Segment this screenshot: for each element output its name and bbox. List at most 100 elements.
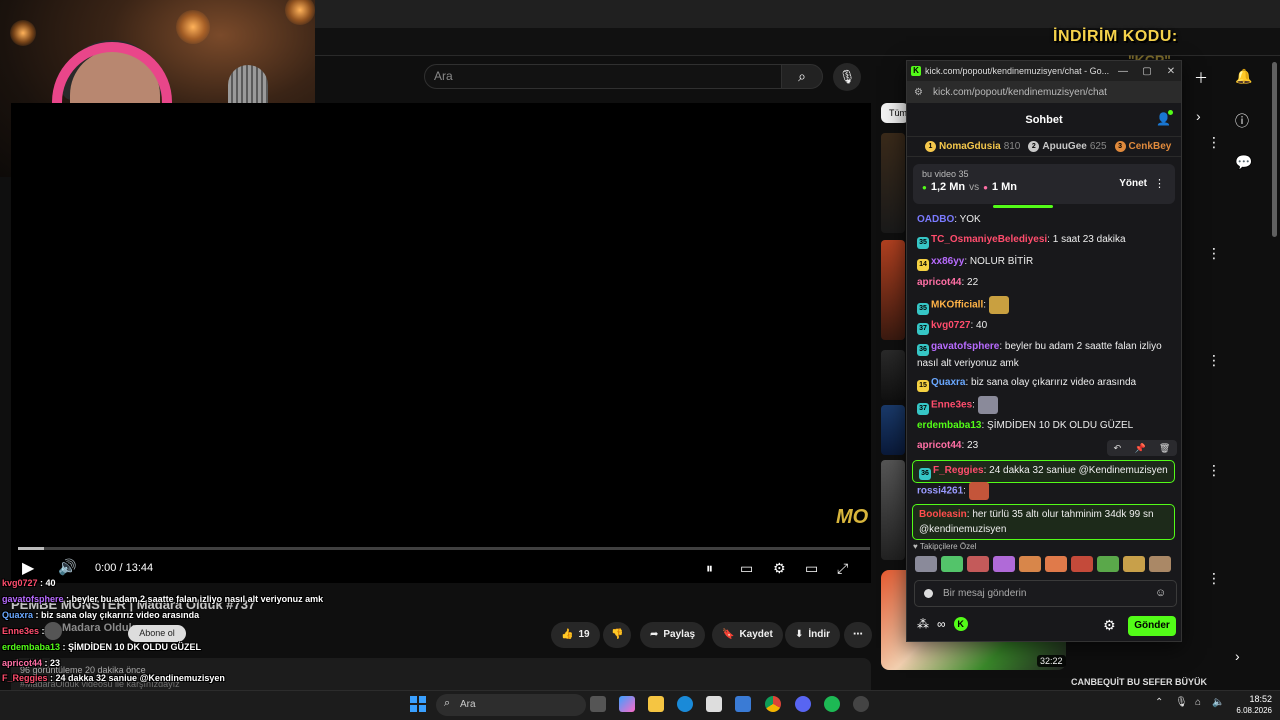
more-vertical-icon[interactable]: ⋮: [1207, 570, 1221, 587]
leaderboard-entry[interactable]: 2 ApuuGee 625: [1028, 141, 1107, 152]
chat-message[interactable]: 37 kvg0727: 40: [917, 318, 1173, 335]
create-icon[interactable]: ＋: [1194, 68, 1208, 88]
site-settings-icon[interactable]: ⚙: [914, 87, 923, 98]
chevron-right-icon[interactable]: ›: [1196, 108, 1201, 124]
chat-message[interactable]: rossi4261:: [917, 482, 1173, 500]
chat-bubble-icon[interactable]: 💬: [1235, 154, 1252, 171]
emote-icon[interactable]: [941, 556, 963, 572]
chat-username[interactable]: rossi4261: [917, 486, 963, 497]
dislike-button[interactable]: 👎: [603, 622, 631, 648]
info-icon[interactable]: ⓘ: [1235, 111, 1249, 131]
clock-date[interactable]: 6.08.2026: [1224, 706, 1272, 715]
recommended-thumb[interactable]: [881, 240, 905, 340]
close-icon[interactable]: ✕: [1161, 66, 1181, 77]
leaderboard-entry[interactable]: 3 CenkBey: [1114, 141, 1175, 152]
kick-window-titlebar[interactable]: K kick.com/popout/kendinemuzisyen/chat -…: [907, 61, 1181, 81]
recommended-thumb[interactable]: [881, 350, 905, 400]
emote-icon[interactable]: [1045, 556, 1067, 572]
chrome-icon[interactable]: [765, 696, 781, 712]
chat-username[interactable]: gavatofsphere: [931, 341, 999, 352]
taskbar-search[interactable]: Ara: [436, 694, 586, 716]
obs-icon[interactable]: [853, 696, 869, 712]
youtube-search-input[interactable]: Ara: [424, 64, 782, 89]
task-view-icon[interactable]: [590, 696, 606, 712]
chat-username[interactable]: kvg0727: [931, 320, 970, 331]
like-button[interactable]: 👍 19: [551, 622, 600, 648]
play-icon[interactable]: ▶: [22, 558, 34, 578]
chat-message[interactable]: 14 xx86yy: NOLUR BİTİR: [917, 254, 1173, 271]
mail-icon[interactable]: [735, 696, 751, 712]
chat-message[interactable]: 37 Enne3es:: [917, 396, 1173, 415]
chat-username[interactable]: Booleasin: [919, 509, 967, 520]
emote-icon[interactable]: [1097, 556, 1119, 572]
more-vertical-icon[interactable]: ⋮: [1207, 245, 1221, 262]
chat-message[interactable]: apricot44: 22: [917, 275, 1173, 290]
chat-message[interactable]: 35 MKOfficiall:: [917, 296, 1173, 315]
kick-chat-window[interactable]: K kick.com/popout/kendinemuzisyen/chat -…: [906, 60, 1182, 642]
autoplay-toggle[interactable]: ⏸: [706, 560, 713, 577]
kick-logo-icon[interactable]: K: [953, 617, 968, 631]
chat-settings-icon[interactable]: ⚙: [1103, 617, 1116, 634]
chat-message[interactable]: OADBO: YOK: [917, 212, 1173, 227]
pin-icon[interactable]: 📌: [1134, 443, 1145, 454]
minimize-icon[interactable]: —: [1113, 66, 1133, 77]
chat-username[interactable]: TC_OsmaniyeBelediyesi: [931, 234, 1047, 245]
network-icon[interactable]: ⌂: [1195, 697, 1201, 708]
chat-message[interactable]: 36 gavatofsphere: beyler bu adam 2 saatte…: [917, 339, 1173, 371]
chat-username[interactable]: Quaxra: [931, 377, 965, 388]
message-actions[interactable]: ↶ 📌 🗑: [1107, 440, 1177, 456]
chat-username[interactable]: Enne3es: [931, 400, 972, 411]
page-scrollbar[interactable]: [1272, 62, 1277, 237]
mic-tray-icon[interactable]: 🎙: [1175, 697, 1188, 708]
chat-message[interactable]: Booleasin: her türlü 35 altı olur tahmin…: [912, 504, 1175, 540]
delete-icon[interactable]: 🗑: [1159, 443, 1170, 454]
subscribe-button[interactable]: Abone ol: [128, 625, 186, 642]
emoji-icon[interactable]: ☺: [1155, 587, 1166, 599]
store-icon[interactable]: [706, 696, 722, 712]
edge-icon[interactable]: [677, 696, 693, 712]
emote-icon[interactable]: [1123, 556, 1145, 572]
file-explorer-icon[interactable]: [648, 696, 664, 712]
settings-icon[interactable]: ⚙: [773, 560, 786, 577]
clock-time[interactable]: 18:52: [1230, 694, 1272, 704]
microphone-icon[interactable]: 🎙: [833, 63, 861, 91]
more-actions-button[interactable]: ⋯: [844, 622, 872, 648]
points-icon[interactable]: ⁂: [917, 617, 929, 631]
channel-name[interactable]: Madara Olduk: [62, 622, 135, 634]
reply-icon[interactable]: ↶: [1114, 443, 1122, 454]
subtitles-icon[interactable]: ▭: [740, 560, 753, 577]
more-vertical-icon[interactable]: ⋮: [1207, 462, 1221, 479]
emote-icon[interactable]: [967, 556, 989, 572]
copilot-icon[interactable]: [619, 696, 635, 712]
more-vertical-icon[interactable]: ⋮: [1207, 134, 1221, 151]
fullscreen-icon[interactable]: ⤢: [837, 560, 848, 577]
more-vertical-icon[interactable]: ⋮: [1154, 177, 1165, 190]
kick-url-bar[interactable]: ⚙ kick.com/popout/kendinemuzisyen/chat: [907, 81, 1181, 103]
more-vertical-icon[interactable]: ⋮: [1207, 352, 1221, 369]
chat-message[interactable]: 15 Quaxra: biz sana olay çıkarırız video …: [917, 375, 1173, 392]
infinity-icon[interactable]: ∞: [937, 617, 946, 631]
sidebar-chip-all[interactable]: Tüm: [881, 103, 909, 123]
prediction-manage-button[interactable]: Yönet: [1119, 178, 1147, 189]
emote-icon[interactable]: [915, 556, 937, 572]
notifications-icon[interactable]: 🔔: [1235, 68, 1252, 85]
share-button[interactable]: ➦ Paylaş: [640, 622, 706, 648]
video-player[interactable]: [11, 103, 871, 583]
chat-message[interactable]: erdembaba13: ŞİMDİDEN 10 DK OLDU GÜZEL: [917, 418, 1173, 433]
discord-icon[interactable]: [795, 696, 811, 712]
channel-avatar[interactable]: [44, 622, 62, 640]
emote-icon[interactable]: [1019, 556, 1041, 572]
emote-icon[interactable]: [1071, 556, 1093, 572]
chevron-up-icon[interactable]: ⌃: [1155, 697, 1163, 708]
chat-username[interactable]: xx86yy: [931, 256, 964, 267]
chat-message[interactable]: 36 F_Reggies: 24 dakka 32 saniue @Kendine…: [912, 460, 1175, 483]
recommended-thumb[interactable]: [881, 460, 905, 560]
chat-username[interactable]: erdembaba13: [917, 420, 981, 431]
emote-icon[interactable]: [1149, 556, 1171, 572]
chat-username[interactable]: OADBO: [917, 214, 954, 225]
spotify-icon[interactable]: [824, 696, 840, 712]
video-progress-bar[interactable]: [18, 547, 870, 550]
chat-username[interactable]: apricot44: [917, 277, 961, 288]
follower-emotes-row[interactable]: [915, 556, 1171, 572]
chat-username[interactable]: apricot44: [917, 440, 961, 451]
